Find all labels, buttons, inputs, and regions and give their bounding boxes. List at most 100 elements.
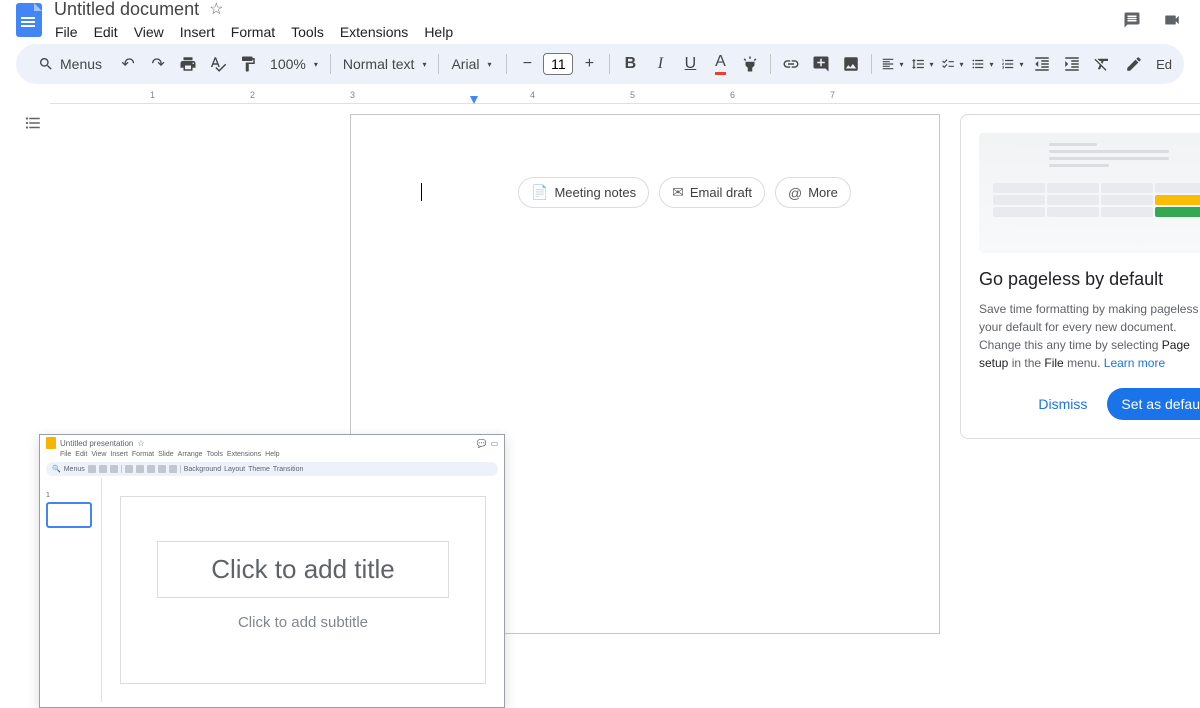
learn-more-link[interactable]: Learn more xyxy=(1104,356,1165,370)
menu-format[interactable]: Format xyxy=(224,22,282,42)
dismiss-button[interactable]: Dismiss xyxy=(1028,390,1097,418)
text-cursor xyxy=(421,183,422,201)
docs-app-icon[interactable] xyxy=(16,3,42,37)
highlight-button[interactable] xyxy=(736,50,764,78)
slides-menus-label[interactable]: Menus xyxy=(64,466,85,473)
app-header: Untitled document ☆ File Edit View Inser… xyxy=(0,0,1200,40)
slides-menu-help[interactable]: Help xyxy=(265,451,279,458)
slides-layout-btn[interactable]: Layout xyxy=(224,466,245,473)
meeting-notes-chip[interactable]: 📄 Meeting notes xyxy=(518,177,649,208)
toolbar: Menus ↶ ↷ 100% Normal text Arial − + B I… xyxy=(16,44,1184,84)
insert-comment-button[interactable] xyxy=(807,50,835,78)
checklist-dropdown[interactable] xyxy=(938,50,966,78)
separator xyxy=(871,54,872,74)
font-size-input[interactable] xyxy=(543,53,573,75)
slide-title-placeholder[interactable]: Click to add title xyxy=(157,541,448,598)
print-button[interactable] xyxy=(174,50,202,78)
editing-mode-button[interactable] xyxy=(1120,50,1148,78)
increase-font-button[interactable]: + xyxy=(575,50,603,78)
underline-button[interactable]: U xyxy=(676,50,704,78)
slides-theme-btn[interactable]: Theme xyxy=(248,466,270,473)
slide-subtitle-placeholder[interactable]: Click to add subtitle xyxy=(157,606,448,639)
redo-button[interactable]: ↷ xyxy=(144,50,172,78)
paragraph-style-dropdown[interactable]: Normal text xyxy=(337,52,433,76)
numbered-list-dropdown[interactable] xyxy=(998,50,1026,78)
menu-extensions[interactable]: Extensions xyxy=(333,22,415,42)
line-spacing-dropdown[interactable] xyxy=(908,50,936,78)
document-title[interactable]: Untitled document xyxy=(54,0,199,20)
decrease-font-button[interactable]: − xyxy=(513,50,541,78)
slides-body: 1 Click to add title Click to add subtit… xyxy=(40,478,504,702)
slides-tool[interactable] xyxy=(125,465,133,473)
insert-image-button[interactable] xyxy=(837,50,865,78)
menu-edit[interactable]: Edit xyxy=(87,22,125,42)
slide[interactable]: Click to add title Click to add subtitle xyxy=(120,496,486,684)
spellcheck-button[interactable] xyxy=(204,50,232,78)
set-default-button[interactable]: Set as default xyxy=(1107,388,1200,420)
slides-menu-view[interactable]: View xyxy=(91,451,106,458)
slides-tool[interactable] xyxy=(88,465,96,473)
bold-button[interactable]: B xyxy=(616,50,644,78)
slides-canvas[interactable]: Click to add title Click to add subtitle xyxy=(102,478,504,702)
slides-menu-format[interactable]: Format xyxy=(132,451,154,458)
slides-tool[interactable] xyxy=(158,465,166,473)
indent-marker-icon[interactable] xyxy=(470,96,478,104)
align-dropdown[interactable] xyxy=(878,50,906,78)
title-row: Untitled document ☆ xyxy=(54,0,460,20)
menu-view[interactable]: View xyxy=(127,22,171,42)
slides-tool[interactable] xyxy=(147,465,155,473)
slides-transition-btn[interactable]: Transition xyxy=(273,466,303,473)
menu-tools[interactable]: Tools xyxy=(284,22,331,42)
slides-tool[interactable] xyxy=(136,465,144,473)
slides-title[interactable]: Untitled presentation xyxy=(60,439,133,448)
more-chip[interactable]: @ More xyxy=(775,177,851,208)
horizontal-ruler[interactable]: 1 2 3 4 5 6 7 xyxy=(50,88,1200,104)
slides-comment-icon[interactable]: 💬 xyxy=(476,439,486,448)
meet-icon[interactable] xyxy=(1160,8,1184,32)
zoom-dropdown[interactable]: 100% xyxy=(264,52,324,76)
ruler-mark: 1 xyxy=(150,90,155,100)
slides-tool[interactable] xyxy=(99,465,107,473)
increase-indent-button[interactable] xyxy=(1058,50,1086,78)
slides-tool[interactable] xyxy=(110,465,118,473)
slides-menu-extensions[interactable]: Extensions xyxy=(227,451,261,458)
menu-bar: File Edit View Insert Format Tools Exten… xyxy=(48,22,460,42)
slides-star-icon[interactable]: ☆ xyxy=(137,439,144,448)
menu-insert[interactable]: Insert xyxy=(173,22,222,42)
slides-background-btn[interactable]: Background xyxy=(184,466,221,473)
comment-history-icon[interactable] xyxy=(1120,8,1144,32)
editing-mode-label: Ed xyxy=(1156,57,1172,72)
main-area: 📄 Meeting notes ✉ Email draft @ More Go … xyxy=(0,104,1200,634)
at-icon: @ xyxy=(788,185,802,201)
clear-formatting-button[interactable] xyxy=(1088,50,1116,78)
bullet-list-dropdown[interactable] xyxy=(968,50,996,78)
pageless-panel: Go pageless by default Save time formatt… xyxy=(960,114,1200,439)
menus-search[interactable]: Menus xyxy=(28,52,112,76)
slides-present-icon[interactable]: ▭ xyxy=(490,439,498,448)
undo-button[interactable]: ↶ xyxy=(114,50,142,78)
slides-menu-edit[interactable]: Edit xyxy=(75,451,87,458)
italic-button[interactable]: I xyxy=(646,50,674,78)
menu-file[interactable]: File xyxy=(48,22,85,42)
email-draft-chip[interactable]: ✉ Email draft xyxy=(659,177,765,208)
slides-menu-insert[interactable]: Insert xyxy=(110,451,128,458)
paint-format-button[interactable] xyxy=(234,50,262,78)
outline-toggle-icon[interactable] xyxy=(24,114,48,138)
star-icon[interactable]: ☆ xyxy=(209,0,223,19)
slides-menu-tools[interactable]: Tools xyxy=(207,451,223,458)
text-color-button[interactable]: A xyxy=(706,50,734,78)
slides-menu-arrange[interactable]: Arrange xyxy=(178,451,203,458)
insert-link-button[interactable] xyxy=(777,50,805,78)
slides-window[interactable]: Untitled presentation ☆ 💬 ▭ File Edit Vi… xyxy=(39,434,505,708)
slides-menu-file[interactable]: File xyxy=(60,451,71,458)
menu-help[interactable]: Help xyxy=(417,22,460,42)
slides-menu-slide[interactable]: Slide xyxy=(158,451,174,458)
separator xyxy=(506,54,507,74)
slides-filmstrip[interactable]: 1 xyxy=(40,478,102,702)
slides-app-icon[interactable] xyxy=(46,437,56,449)
decrease-indent-button[interactable] xyxy=(1028,50,1056,78)
slide-thumbnail[interactable] xyxy=(46,502,92,528)
font-dropdown[interactable]: Arial xyxy=(445,52,500,76)
menus-search-label: Menus xyxy=(60,56,102,72)
slides-tool[interactable] xyxy=(169,465,177,473)
